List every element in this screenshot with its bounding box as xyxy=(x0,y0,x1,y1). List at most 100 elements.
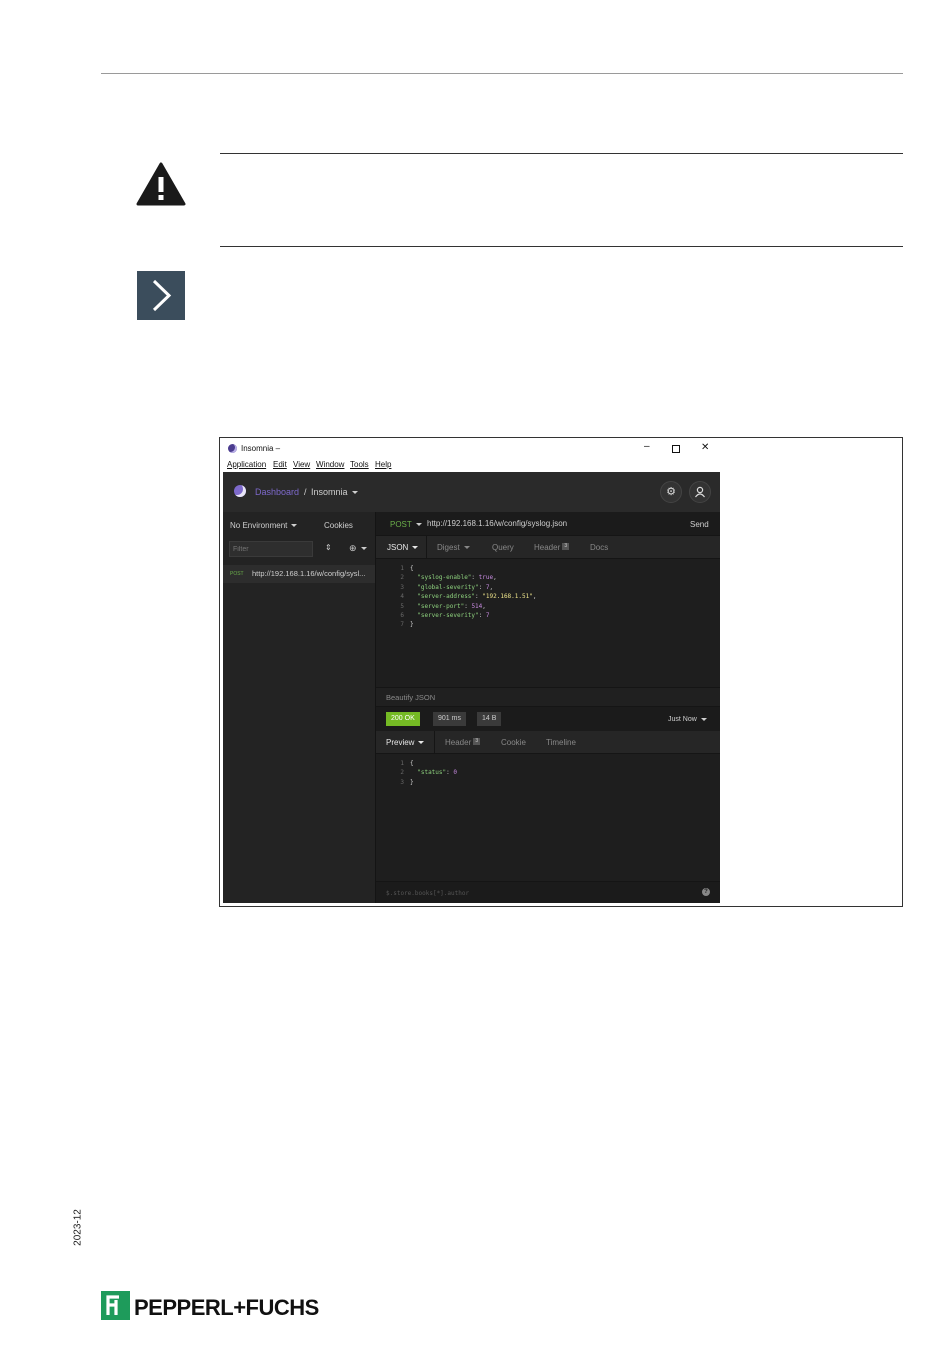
menu-bar: Application Edit View Window Tools Help xyxy=(223,458,720,472)
json-value: 514 xyxy=(471,602,483,610)
code-line: "status": 0 xyxy=(417,769,457,777)
sort-icon[interactable]: ⇕ xyxy=(325,543,332,552)
request-body-editor[interactable]: 1 {2 "syslog-enable": true, 3 "global-seve… xyxy=(376,559,720,687)
tab-preview[interactable]: Preview xyxy=(386,738,425,747)
line-number: 7 xyxy=(400,621,404,629)
workspace-name: Insomnia xyxy=(311,487,348,497)
request-tabs: JSON Digest Query Header 3 Docs xyxy=(376,536,720,559)
status-badge: 200 OK xyxy=(386,712,420,726)
window-title: Insomnia – xyxy=(241,444,281,453)
tab-query[interactable]: Query xyxy=(492,543,514,552)
menu-view[interactable]: View xyxy=(293,460,310,469)
line-number: 6 xyxy=(400,612,404,619)
menu-application[interactable]: Application xyxy=(227,460,266,469)
tab-header[interactable]: Header 3 xyxy=(534,543,570,552)
code-brace: { xyxy=(410,565,414,572)
workspace-logo-icon xyxy=(234,485,246,497)
account-icon[interactable] xyxy=(689,481,711,503)
code-brace: { xyxy=(410,760,414,767)
code-line: "server-port": 514, xyxy=(417,602,486,610)
chevron-down-icon xyxy=(700,717,707,721)
chevron-down-icon xyxy=(351,491,358,495)
json-value: true xyxy=(478,574,494,582)
chevron-down-icon xyxy=(412,546,419,550)
send-button[interactable]: Send xyxy=(690,520,709,529)
tab-timeline[interactable]: Timeline xyxy=(546,738,576,747)
menu-edit[interactable]: Edit xyxy=(273,460,287,469)
chevron-down-icon xyxy=(418,741,425,745)
breadcrumb-separator: / xyxy=(304,487,307,497)
tab-json[interactable]: JSON xyxy=(387,543,419,552)
tab-cookie[interactable]: Cookie xyxy=(501,738,526,747)
beautify-row: Beautify JSON xyxy=(376,687,720,706)
request-method: POST xyxy=(230,571,244,577)
json-key: "server-address" xyxy=(417,593,476,601)
json-key: "status" xyxy=(417,769,447,777)
header-rule xyxy=(101,73,903,74)
settings-gear-icon[interactable]: ⚙ xyxy=(660,481,682,503)
response-filter-input[interactable]: $.store.books[*].author xyxy=(386,890,469,897)
maximize-button[interactable] xyxy=(672,445,680,453)
code-line: "syslog-enable": true, xyxy=(417,574,497,582)
warning-rule-bottom xyxy=(220,246,903,247)
title-bar: Insomnia – – ✕ xyxy=(223,440,720,458)
json-key: "server-port" xyxy=(417,602,465,610)
filter-input[interactable] xyxy=(229,541,313,557)
main-pane: POST http://192.168.1.16/w/config/syslog… xyxy=(376,512,720,903)
line-number: 5 xyxy=(400,602,404,610)
menu-window[interactable]: Window xyxy=(316,460,344,469)
brand-name: PEPPERL+FUCHS xyxy=(134,1295,319,1320)
response-preview: 1 {2 "status": 0 3} xyxy=(376,754,720,881)
sidebar: No Environment Cookies ⇕ ⊕ POST http://1… xyxy=(223,512,376,903)
menu-help[interactable]: Help xyxy=(375,460,391,469)
help-icon[interactable]: ? xyxy=(702,888,710,896)
date-code: 2023-12 xyxy=(72,1209,84,1246)
tab-divider xyxy=(434,731,435,753)
response-header-count-badge: 3 xyxy=(473,738,481,745)
code-line: "server-severity": 7 xyxy=(417,612,490,619)
json-key: "syslog-enable" xyxy=(417,574,472,582)
code-line: "server-address": "192.168.1.51", xyxy=(417,593,537,601)
response-filter-bar: $.store.books[*].author ? xyxy=(376,881,720,903)
insomnia-window: Insomnia – – ✕ Application Edit View Win… xyxy=(223,440,720,903)
tab-response-header[interactable]: Header 3 xyxy=(445,738,481,747)
request-list-item[interactable]: POST http://192.168.1.16/w/config/sysl..… xyxy=(223,565,375,583)
request-url: http://192.168.1.16/w/config/sysl... xyxy=(252,569,366,578)
brand-logo-icon xyxy=(101,1291,130,1320)
chevron-down-icon xyxy=(415,523,422,527)
line-number: 3 xyxy=(400,583,404,591)
history-dropdown[interactable]: Just Now xyxy=(668,716,707,723)
method-label: POST xyxy=(390,520,412,529)
code-brace: } xyxy=(410,621,414,629)
line-number: 2 xyxy=(400,769,404,777)
environment-dropdown[interactable]: No Environment xyxy=(230,521,298,530)
cookies-button[interactable]: Cookies xyxy=(324,521,353,530)
tab-digest[interactable]: Digest xyxy=(437,543,470,552)
breadcrumb-dashboard[interactable]: Dashboard xyxy=(255,487,299,497)
json-value: "192.168.1.51" xyxy=(482,593,533,601)
json-value: 0 xyxy=(453,769,457,777)
close-button[interactable]: ✕ xyxy=(701,442,709,453)
code-line: } xyxy=(410,621,414,628)
code-line: } xyxy=(410,779,414,786)
tab-divider xyxy=(426,536,427,558)
method-dropdown[interactable]: POST xyxy=(390,520,422,529)
size-badge: 14 B xyxy=(477,712,502,726)
line-number: 4 xyxy=(400,593,404,601)
environment-label: No Environment xyxy=(230,521,288,530)
menu-tools[interactable]: Tools xyxy=(350,460,369,469)
minimize-button[interactable]: – xyxy=(644,441,650,452)
beautify-json-button[interactable]: Beautify JSON xyxy=(386,693,435,702)
add-request-icon[interactable]: ⊕ xyxy=(349,543,367,554)
workspace-dropdown[interactable]: Insomnia xyxy=(311,487,358,497)
tab-docs[interactable]: Docs xyxy=(590,543,608,552)
line-number: 1 xyxy=(400,760,404,767)
code-brace: } xyxy=(410,778,414,786)
url-bar: POST http://192.168.1.16/w/config/syslog… xyxy=(376,512,720,536)
url-input[interactable]: http://192.168.1.16/w/config/syslog.json xyxy=(427,519,567,528)
response-status-row: 200 OK 901 ms 14 B Just Now xyxy=(376,706,720,732)
warning-icon xyxy=(136,162,186,206)
chevron-down-icon xyxy=(463,546,470,550)
line-number: 2 xyxy=(400,574,404,582)
time-badge: 901 ms xyxy=(433,712,466,726)
